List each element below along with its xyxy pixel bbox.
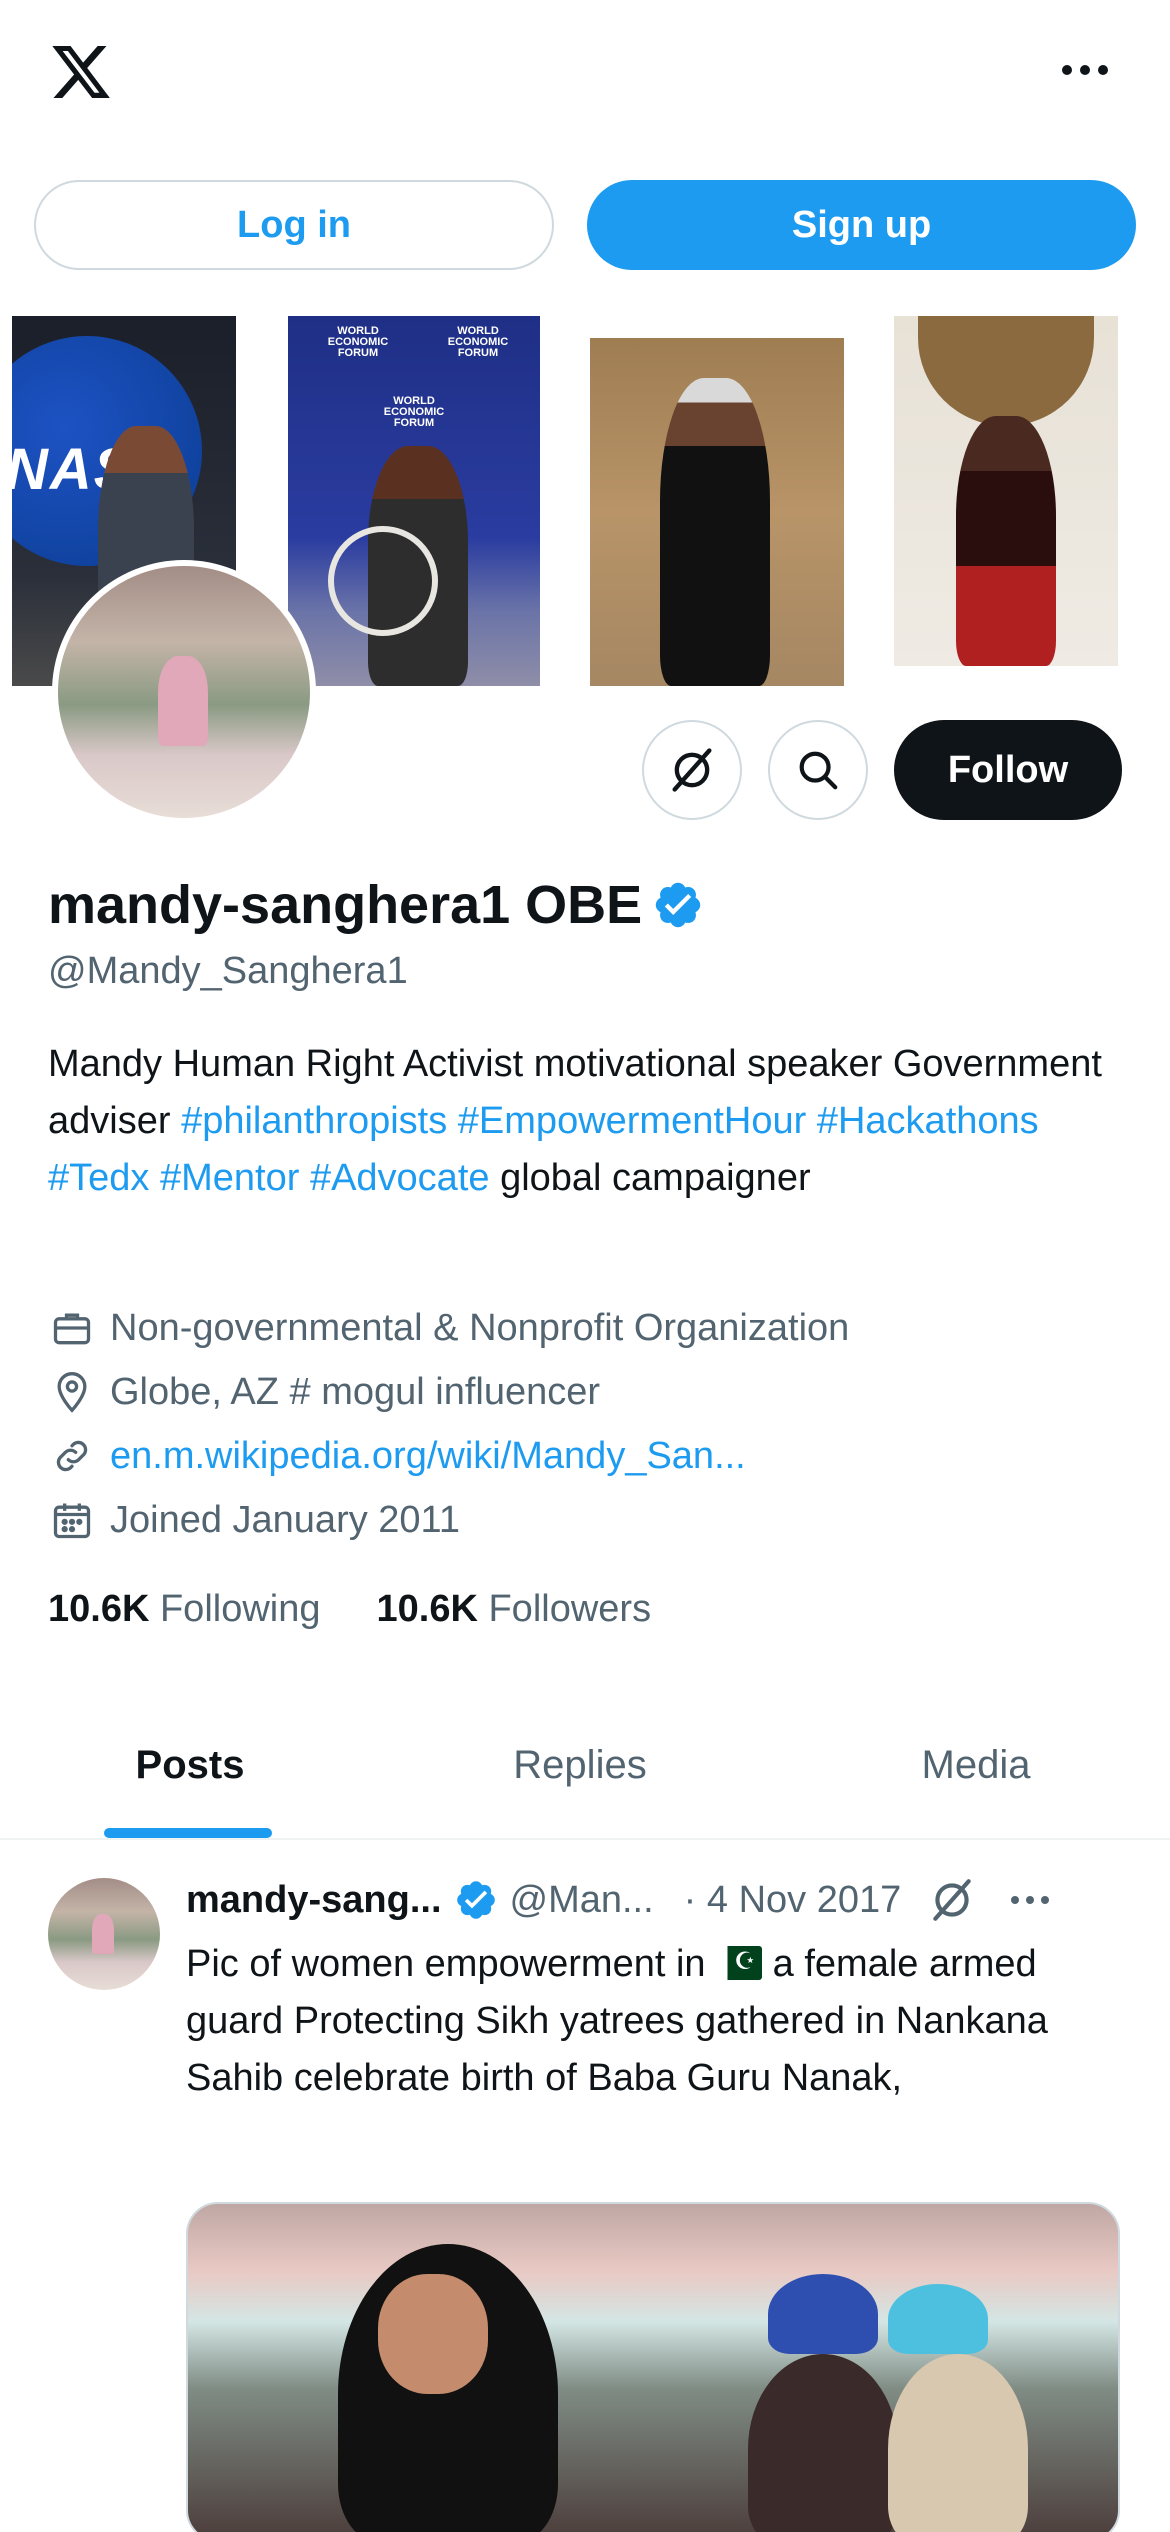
briefcase-icon — [48, 1304, 96, 1352]
top-bar — [0, 0, 1170, 150]
post-text: Pic of women empowerment in a female arm… — [186, 1936, 1126, 2107]
more-horizontal-icon[interactable] — [1055, 55, 1115, 85]
hashtag-link[interactable]: #Advocate — [310, 1157, 490, 1199]
post-date[interactable]: · 4 Nov 2017 — [684, 1879, 902, 1922]
profile-location: Globe, AZ # mogul influencer — [48, 1366, 1128, 1418]
profile-joined: Joined January 2011 — [48, 1494, 1128, 1546]
more-horizontal-icon[interactable] — [1011, 1896, 1050, 1904]
auth-row: Log in Sign up — [34, 180, 1136, 270]
hashtag-link[interactable]: #Hackathons — [817, 1100, 1039, 1142]
banner-photo-hall — [590, 338, 844, 686]
location-pin-icon — [48, 1368, 96, 1416]
followers-stat[interactable]: 10.6K Followers — [377, 1588, 652, 1631]
x-logo-icon[interactable] — [46, 40, 116, 104]
search-icon[interactable] — [768, 720, 868, 820]
grok-icon[interactable] — [927, 1875, 977, 1925]
banner-photo-un — [894, 316, 1118, 666]
banner-photo-wef: WORLD ECONOMIC FORUM WORLD ECONOMIC FORU… — [288, 316, 540, 686]
verified-badge-icon — [456, 1881, 495, 1919]
profile-tabs: Posts Replies Media — [0, 1690, 1170, 1840]
post-item[interactable]: mandy-sang... @Man... · 4 Nov 2017 Pic o… — [0, 1842, 1170, 2532]
profile-category: Non-governmental & Nonprofit Organizatio… — [48, 1302, 1128, 1354]
website-link[interactable]: en.m.wikipedia.org/wiki/Mandy_San... — [110, 1435, 746, 1478]
profile-website: en.m.wikipedia.org/wiki/Mandy_San... — [48, 1430, 1128, 1482]
post-author-name[interactable]: mandy-sang... — [186, 1879, 442, 1922]
signup-button[interactable]: Sign up — [587, 180, 1136, 270]
grok-icon[interactable] — [642, 720, 742, 820]
login-button[interactable]: Log in — [34, 180, 554, 270]
profile-name-row: mandy-sanghera1 OBE — [48, 870, 704, 940]
following-stat[interactable]: 10.6K Following — [48, 1588, 321, 1631]
follow-stats: 10.6K Following 10.6K Followers — [48, 1588, 651, 1631]
tab-posts[interactable]: Posts — [40, 1690, 340, 1840]
post-header: mandy-sang... @Man... · 4 Nov 2017 — [186, 1870, 1126, 1930]
profile-handle: @Mandy_Sanghera1 — [48, 950, 408, 992]
pakistan-flag-icon — [716, 1946, 763, 1980]
follow-button[interactable]: Follow — [894, 720, 1122, 820]
tab-media[interactable]: Media — [826, 1690, 1126, 1840]
post-image[interactable] — [186, 2202, 1120, 2532]
tab-replies[interactable]: Replies — [430, 1690, 730, 1840]
profile-avatar[interactable] — [52, 560, 316, 824]
post-avatar[interactable] — [48, 1878, 160, 1990]
hashtag-link[interactable]: #Mentor — [160, 1157, 299, 1199]
calendar-icon — [48, 1496, 96, 1544]
hashtag-link[interactable]: #EmpowermentHour — [458, 1100, 806, 1142]
link-icon — [48, 1432, 96, 1480]
display-name: mandy-sanghera1 OBE — [48, 875, 643, 935]
verified-badge-icon[interactable] — [652, 879, 704, 931]
hashtag-link[interactable]: #Tedx — [48, 1157, 149, 1199]
post-author-handle[interactable]: @Man... — [510, 1879, 654, 1922]
hashtag-link[interactable]: #philanthropists — [181, 1100, 447, 1142]
active-tab-indicator — [104, 1828, 272, 1838]
profile-bio: Mandy Human Right Activist motivational … — [48, 1043, 1102, 1199]
